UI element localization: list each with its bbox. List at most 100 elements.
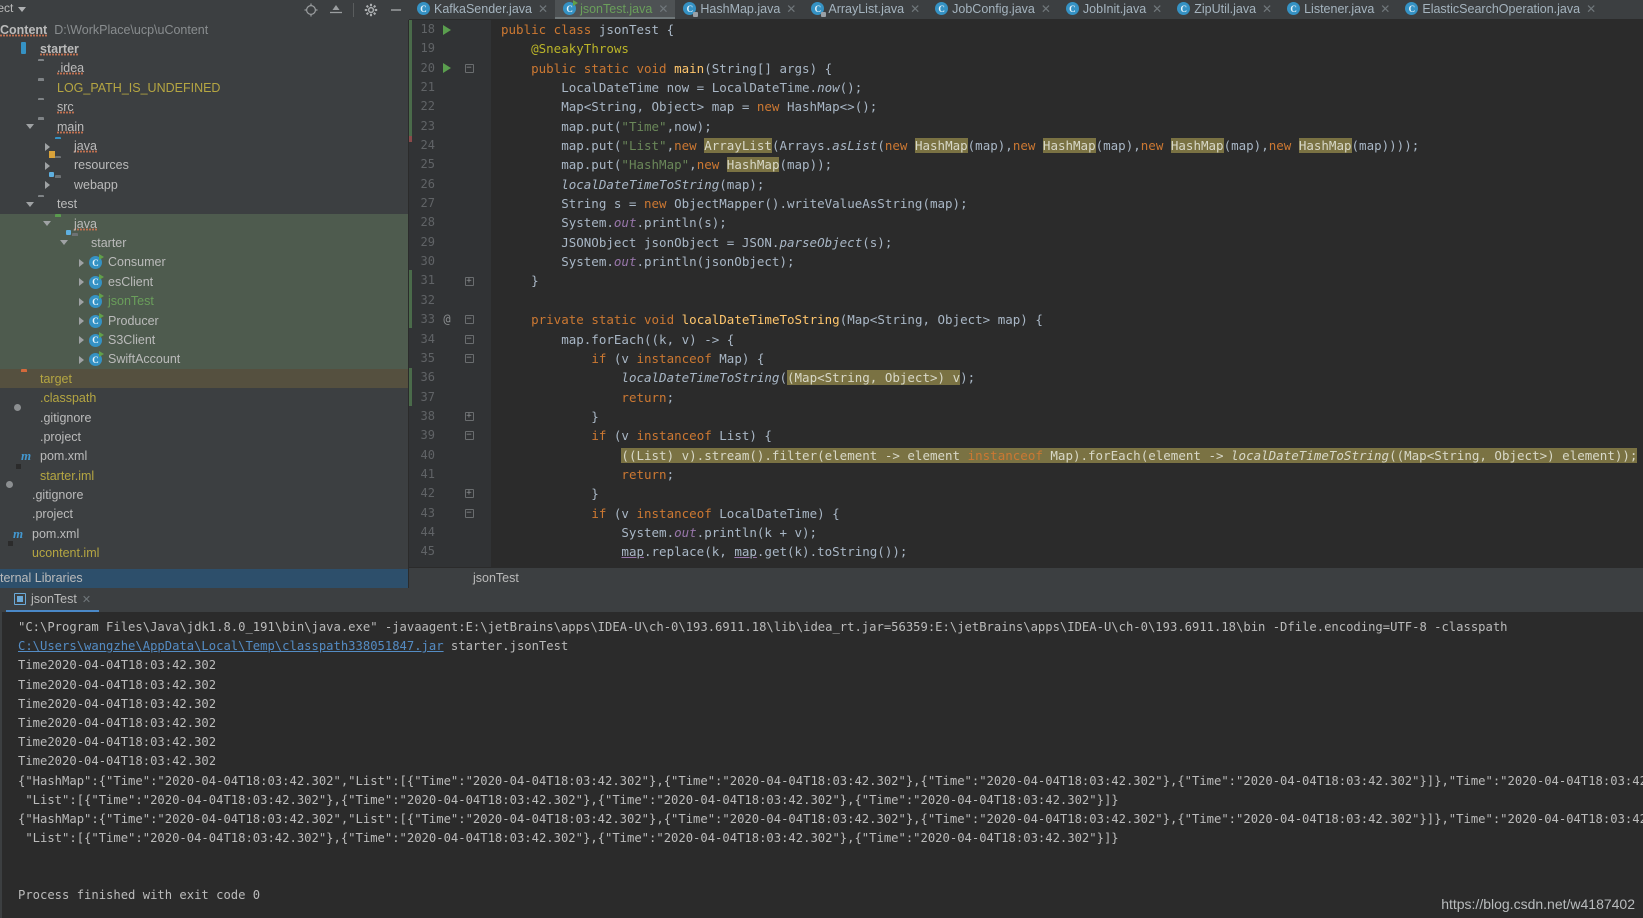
- code-line-26[interactable]: localDateTimeToString(map);: [501, 175, 1643, 194]
- gutter-line-36[interactable]: 36: [409, 368, 491, 387]
- gutter-line-43[interactable]: 43−: [409, 504, 491, 523]
- code-line-34[interactable]: map.forEach((k, v) -> {: [501, 330, 1643, 349]
- code-line-32[interactable]: [501, 291, 1643, 310]
- tree-item--idea[interactable]: .idea: [0, 59, 408, 78]
- close-icon[interactable]: ✕: [1586, 2, 1596, 16]
- editor-tab-jsontest-java[interactable]: CjsonTest.java ✕: [555, 0, 676, 19]
- code-line-30[interactable]: System.out.println(jsonObject);: [501, 252, 1643, 271]
- code-line-35[interactable]: if (v instanceof Map) {: [501, 349, 1643, 368]
- chevron-right-icon[interactable]: [76, 354, 87, 365]
- gutter-line-28[interactable]: 28: [409, 213, 491, 232]
- gutter-line-25[interactable]: 25: [409, 155, 491, 174]
- code-line-40[interactable]: ((List) v).stream().filter(element -> el…: [501, 446, 1643, 465]
- hide-icon[interactable]: [388, 2, 404, 18]
- tree-item-log-path-is-undefined[interactable]: LOG_PATH_IS_UNDEFINED: [0, 78, 408, 97]
- tree-item-starter[interactable]: starter: [0, 39, 408, 58]
- chevron-right-icon[interactable]: [76, 296, 87, 307]
- tree-item-consumer[interactable]: C Consumer: [0, 252, 408, 273]
- tree-item-webapp[interactable]: webapp: [0, 171, 408, 194]
- annotation-gutter-icon[interactable]: @: [437, 310, 457, 329]
- close-icon[interactable]: ✕: [786, 2, 796, 16]
- close-icon[interactable]: ✕: [1041, 2, 1051, 16]
- tree-item-pom-xml[interactable]: m pom.xml: [0, 524, 408, 543]
- gutter-line-29[interactable]: 29: [409, 233, 491, 252]
- tree-item-esclient[interactable]: CesClient: [0, 272, 408, 292]
- tree-item-external-libraries[interactable]: ternal Libraries: [0, 568, 408, 588]
- close-icon[interactable]: ✕: [1152, 2, 1162, 16]
- settings-gear-icon[interactable]: [363, 2, 379, 18]
- close-icon[interactable]: ✕: [82, 593, 91, 606]
- tree-item-resources[interactable]: resources: [0, 151, 408, 175]
- gutter-line-18[interactable]: 18: [409, 20, 491, 39]
- code-line-36[interactable]: localDateTimeToString((Map<String, Objec…: [501, 368, 1643, 387]
- code-line-42[interactable]: }: [501, 484, 1643, 503]
- fold-collapse-icon[interactable]: −: [459, 349, 479, 368]
- gutter-line-21[interactable]: 21: [409, 78, 491, 97]
- tree-item--project[interactable]: .project: [0, 427, 408, 446]
- code-line-24[interactable]: map.put("List",new ArrayList(Arrays.asLi…: [501, 136, 1643, 155]
- tree-item--gitignore[interactable]: .gitignore: [0, 408, 408, 427]
- fold-collapse-icon[interactable]: −: [459, 504, 479, 523]
- gutter-line-39[interactable]: 39−: [409, 426, 491, 445]
- code-line-23[interactable]: map.put("Time",now);: [501, 117, 1643, 136]
- code-line-21[interactable]: LocalDateTime now = LocalDateTime.now();: [501, 78, 1643, 97]
- fold-collapse-icon[interactable]: −: [459, 330, 479, 349]
- tree-item-swiftaccount[interactable]: C SwiftAccount: [0, 349, 408, 370]
- code-line-27[interactable]: String s = new ObjectMapper().writeValue…: [501, 194, 1643, 213]
- gutter-line-22[interactable]: 22: [409, 97, 491, 116]
- gutter-line-37[interactable]: 37: [409, 388, 491, 407]
- chevron-down-icon[interactable]: [25, 199, 36, 210]
- code-line-41[interactable]: return;: [501, 465, 1643, 484]
- gutter-line-20[interactable]: 20−: [409, 59, 491, 78]
- vcs-change-marker[interactable]: [409, 136, 412, 142]
- tree-item-starter-iml[interactable]: starter.iml: [0, 466, 408, 485]
- gutter-line-24[interactable]: 24: [409, 136, 491, 155]
- chevron-right-icon[interactable]: [76, 257, 87, 268]
- code-line-20[interactable]: public static void main(String[] args) {: [501, 59, 1643, 78]
- close-icon[interactable]: ✕: [910, 2, 920, 16]
- tree-item--project[interactable]: .project: [0, 505, 408, 524]
- tree-item-java[interactable]: java: [0, 136, 408, 155]
- code-text[interactable]: public class jsonTest { @SneakyThrows pu…: [491, 20, 1643, 567]
- vcs-change-marker[interactable]: [409, 270, 412, 328]
- collapse-all-icon[interactable]: [328, 2, 344, 18]
- chevron-right-icon[interactable]: [42, 179, 53, 190]
- tree-item-s3client[interactable]: C S3Client: [0, 330, 408, 350]
- console-output[interactable]: "C:\Program Files\Java\jdk1.8.0_191\bin\…: [0, 612, 1643, 918]
- gutter-line-34[interactable]: 34−: [409, 330, 491, 349]
- chevron-right-icon[interactable]: [76, 315, 87, 326]
- editor-tab-listener-java[interactable]: C Listener.java ✕: [1279, 0, 1397, 19]
- project-tree[interactable]: starter .idea LOG_PATH_IS_UNDEFINED src main…: [0, 39, 408, 568]
- chevron-right-icon[interactable]: [42, 160, 53, 171]
- gutter-line-45[interactable]: 45: [409, 542, 491, 561]
- tree-item-test[interactable]: test: [0, 195, 408, 214]
- chevron-right-icon[interactable]: [76, 334, 87, 345]
- tree-item--gitignore[interactable]: .gitignore: [0, 485, 408, 504]
- gutter-line-44[interactable]: 44: [409, 523, 491, 542]
- close-icon[interactable]: ✕: [538, 2, 548, 16]
- editor-tab-jobinit-java[interactable]: C JobInit.java ✕: [1058, 0, 1169, 19]
- code-line-19[interactable]: @SneakyThrows: [501, 39, 1643, 58]
- gutter-line-33[interactable]: 33 @ −: [409, 310, 491, 329]
- vcs-change-marker[interactable]: [409, 368, 412, 406]
- editor-tab-jobconfig-java[interactable]: C JobConfig.java ✕: [927, 0, 1058, 19]
- code-line-39[interactable]: if (v instanceof List) {: [501, 426, 1643, 445]
- fold-expand-icon[interactable]: +: [459, 484, 479, 503]
- code-line-45[interactable]: map.replace(k, map.get(k).toString());: [501, 542, 1643, 561]
- run-tab-jsontest[interactable]: jsonTest ✕: [6, 588, 100, 612]
- code-line-43[interactable]: if (v instanceof LocalDateTime) {: [501, 504, 1643, 523]
- gutter-line-27[interactable]: 27: [409, 194, 491, 213]
- gutter-line-30[interactable]: 30: [409, 252, 491, 271]
- gutter-line-42[interactable]: 42 +: [409, 484, 491, 503]
- code-line-37[interactable]: return;: [501, 388, 1643, 407]
- gutter-line-32[interactable]: 32: [409, 291, 491, 310]
- gutter-line-26[interactable]: 26: [409, 175, 491, 194]
- editor-tab-kafkasender-java[interactable]: C KafkaSender.java ✕: [409, 0, 555, 19]
- chevron-down-icon[interactable]: [59, 237, 70, 248]
- chevron-right-icon[interactable]: [42, 141, 53, 152]
- editor-breadcrumb[interactable]: jsonTest: [409, 567, 1643, 588]
- project-tree-header[interactable]: Content D:\WorkPlace\ucp\uContent: [0, 20, 408, 39]
- gutter-line-31[interactable]: 31 +: [409, 271, 491, 290]
- vcs-change-marker[interactable]: [409, 20, 412, 136]
- editor-gutter[interactable]: 18 19 20−21 22 23 24 25 26 27 28 29 30 31 +32 33 @ −34−3…: [409, 20, 491, 567]
